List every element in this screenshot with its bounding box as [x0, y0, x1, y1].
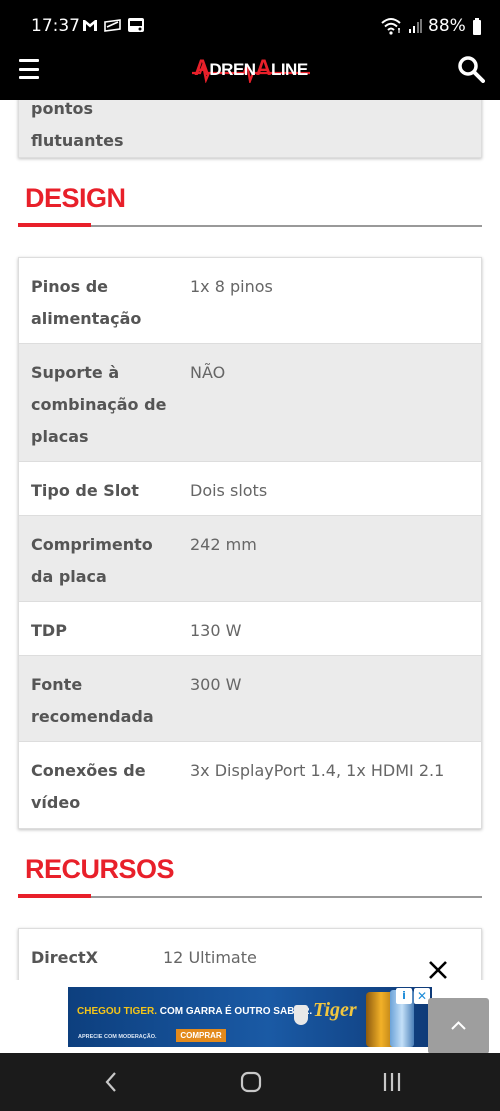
header-mask: ADRENALINE [0, 40, 500, 100]
spec-key: Suporte à combinação de placas [31, 363, 167, 446]
search-icon[interactable] [457, 55, 485, 83]
spec-value: NÃO [190, 363, 226, 382]
ad-buy-button[interactable]: COMPRAR [176, 1029, 226, 1042]
battery-percent: 88% [428, 16, 466, 36]
status-time: 17:37 [31, 16, 80, 36]
close-icon[interactable] [427, 959, 449, 981]
spec-key: TDP [31, 621, 67, 640]
hamburger-menu-icon[interactable] [19, 59, 39, 79]
section-title: DESIGN [25, 183, 126, 213]
table-row: Pinos de alimentação 1x 8 pinos [19, 258, 481, 344]
ad-disclaimer: APRECIE COM MODERAÇÃO. [78, 1034, 157, 1040]
android-navigation-bar [0, 1053, 500, 1111]
site-logo[interactable]: ADRENALINE [192, 55, 310, 85]
spec-key: Comprimento da placa [31, 535, 153, 586]
ad-headline: CHEGOU TIGER. COM GARRA É OUTRO SABOR. [77, 1006, 313, 1017]
table-row: Conexões de vídeo 3x DisplayPort 1.4, 1x… [19, 742, 481, 828]
home-icon[interactable] [239, 1070, 263, 1094]
recursos-spec-table: DirectX 12 Ultimate [18, 928, 482, 989]
ad-banner[interactable]: CHEGOU TIGER. COM GARRA É OUTRO SABOR. T… [68, 987, 432, 1047]
beer-logo-icon [294, 1005, 308, 1025]
flag-icon [104, 18, 121, 32]
spec-key: Fonte recomendada [31, 675, 154, 726]
prev-spec-table: pontos flutuantes [18, 92, 482, 158]
gmail-icon [83, 19, 97, 31]
spec-key: pontos flutuantes [31, 99, 124, 150]
spec-value: Dois slots [190, 481, 268, 500]
design-spec-table: Pinos de alimentação 1x 8 pinos Suporte … [18, 257, 482, 829]
spec-value: 3x DisplayPort 1.4, 1x HDMI 2.1 [190, 761, 445, 780]
spec-value: 300 W [190, 675, 242, 694]
table-row: Suporte à combinação de placas NÃO [19, 344, 481, 462]
battery-icon [472, 17, 481, 35]
table-row: Fonte recomendada 300 W [19, 656, 481, 742]
spec-value: 1x 8 pinos [190, 277, 273, 296]
section-title: RECURSOS [25, 854, 175, 884]
scroll-to-top-button[interactable] [428, 998, 489, 1054]
notification-icons [82, 17, 145, 33]
signal-icon [409, 19, 422, 33]
ad-info-icon[interactable]: i [396, 988, 412, 1004]
table-row: Tipo de Slot Dois slots [19, 462, 481, 516]
spec-value [178, 93, 481, 157]
spec-key: Conexões de vídeo [31, 761, 146, 812]
section-heading-recursos: RECURSOS [18, 854, 482, 898]
spec-value: 130 W [190, 621, 242, 640]
table-row: TDP 130 W [19, 602, 481, 656]
system-icons: 88% [380, 16, 482, 36]
wifi-icon [381, 18, 401, 35]
spec-value: 242 mm [190, 535, 257, 554]
section-heading-design: DESIGN [18, 183, 482, 227]
recents-icon[interactable] [380, 1070, 404, 1094]
spec-key: Pinos de alimentação [31, 277, 142, 328]
status-bar: 17:37 88% [0, 0, 500, 40]
table-row: pontos flutuantes [19, 93, 481, 157]
ad-brand: Tiger [313, 999, 357, 1021]
app-notification-icon [128, 18, 144, 32]
chevron-up-icon [451, 1021, 466, 1030]
back-icon[interactable] [100, 1070, 124, 1094]
spec-key: Tipo de Slot [31, 481, 139, 500]
table-row: Comprimento da placa 242 mm [19, 516, 481, 602]
logo-text: ADRENALINE [194, 55, 308, 80]
